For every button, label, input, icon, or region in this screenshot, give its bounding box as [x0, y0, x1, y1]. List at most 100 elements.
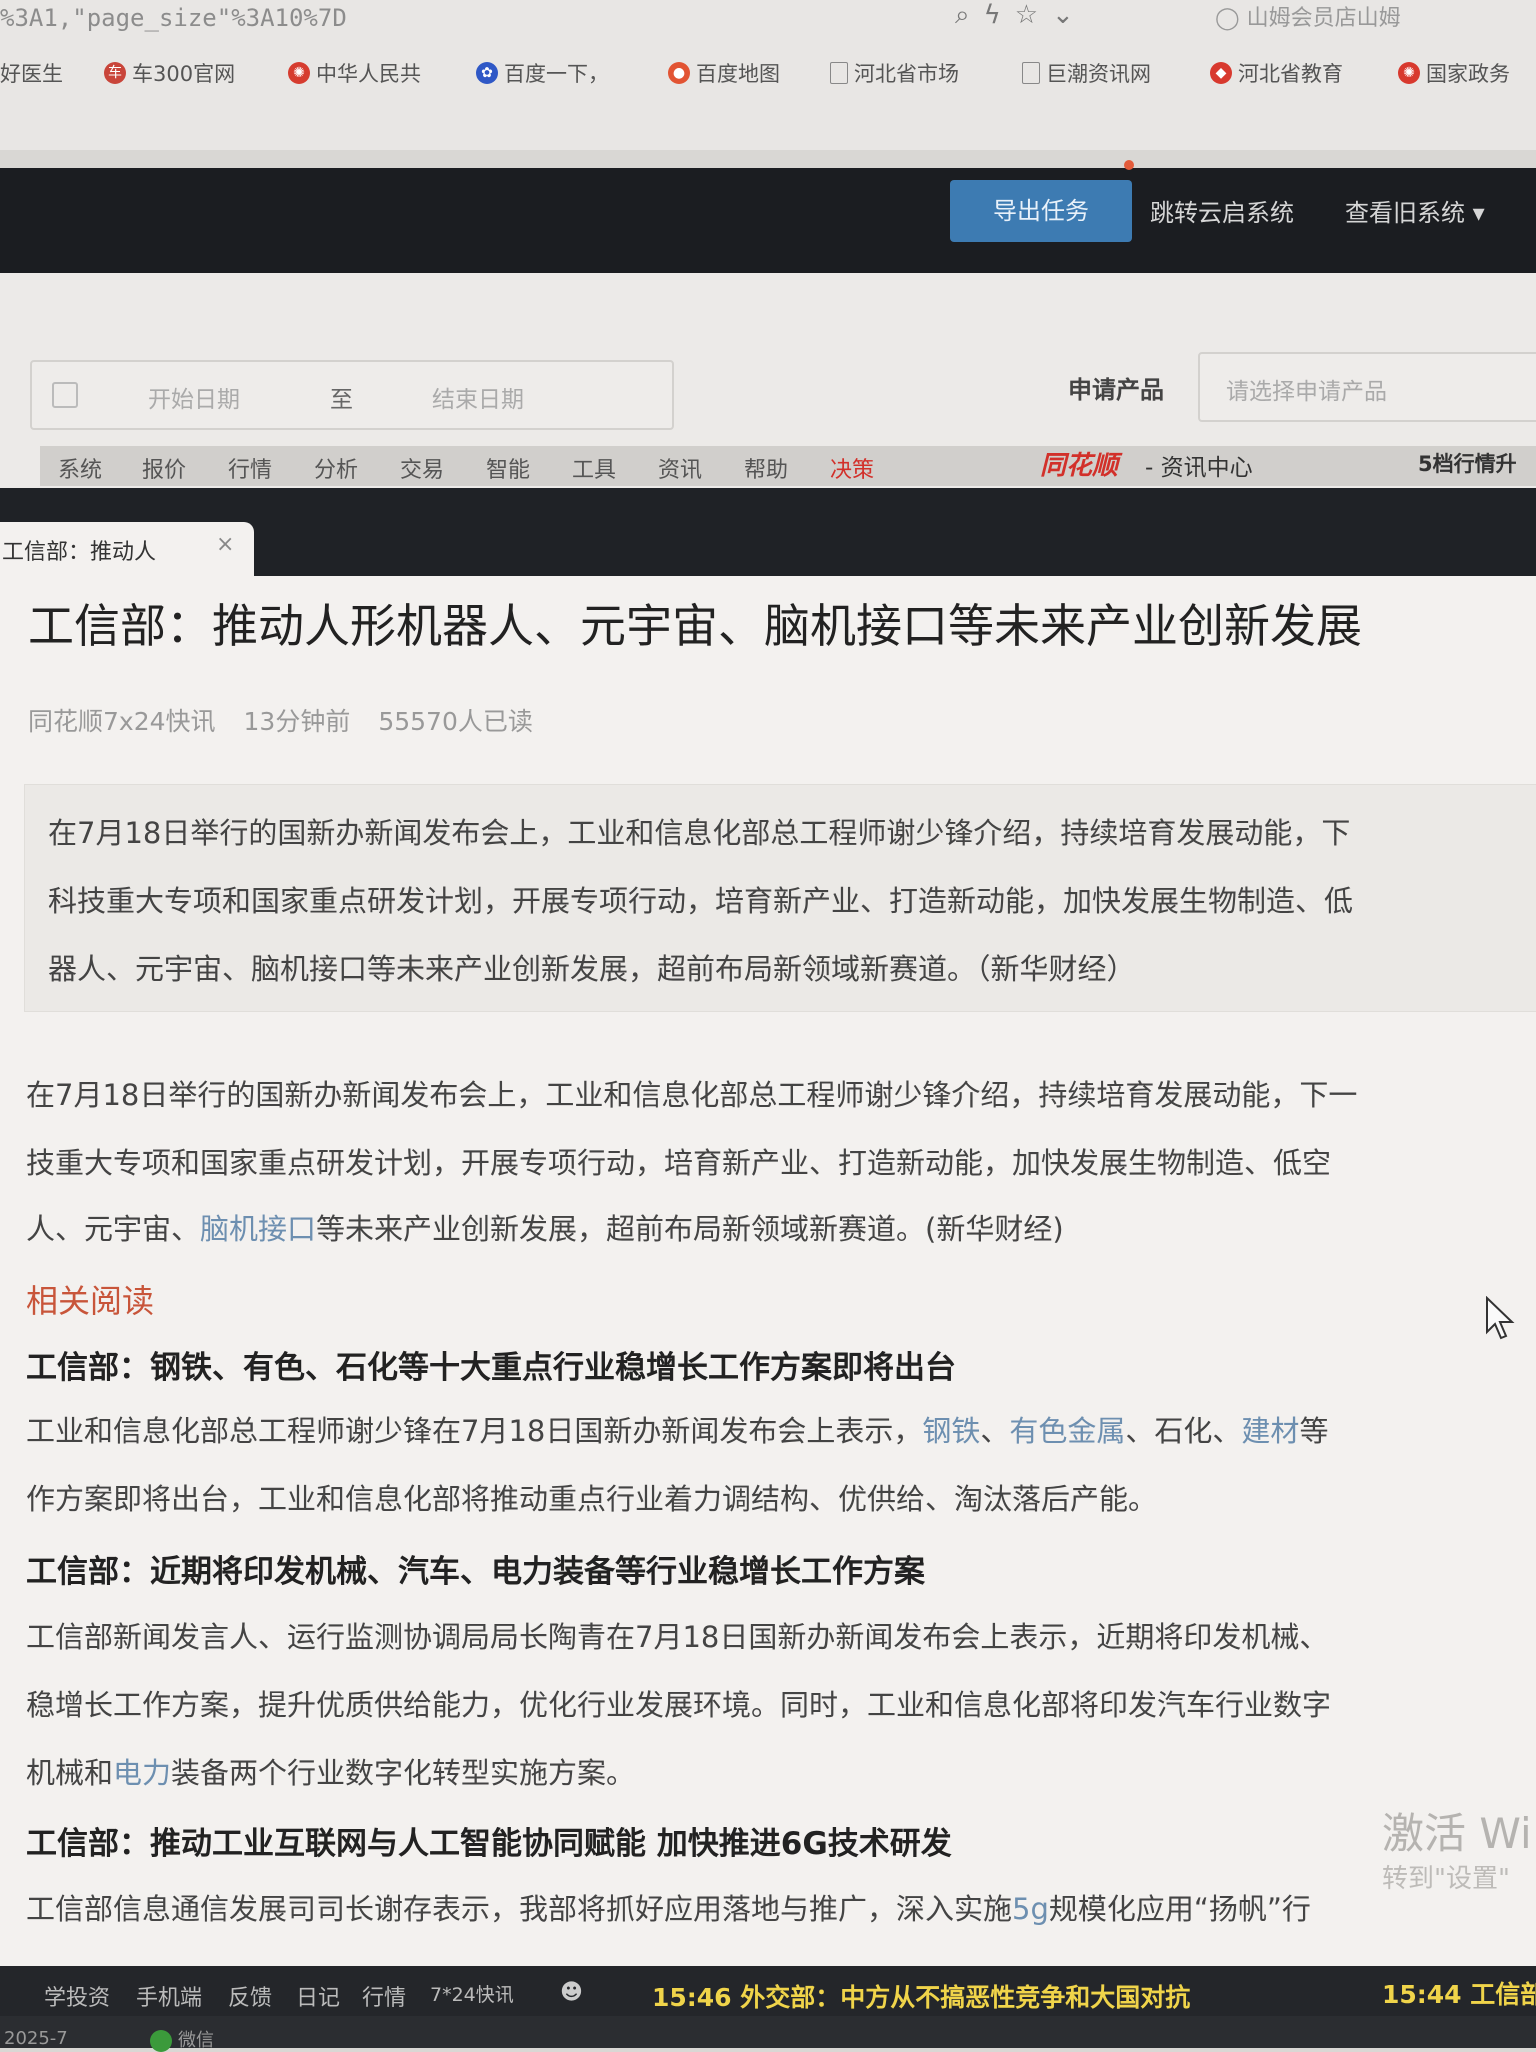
status-item-diary[interactable]: 日记	[296, 1980, 340, 2012]
emblem-icon: ✺	[1398, 62, 1420, 84]
star-icon[interactable]: ☆	[1015, 0, 1052, 30]
tab-article[interactable]: 工信部：推动人 ×	[0, 522, 254, 578]
body-line: 机械和电力装备两个行业数字化转型实施方案。	[26, 1756, 636, 1790]
status-item-market[interactable]: 行情	[362, 1980, 406, 2012]
news-ticker-next[interactable]: 15:44 工信部	[1382, 1975, 1536, 2011]
keyword-link[interactable]: 建材	[1241, 1414, 1299, 1448]
menu-item-decision[interactable]: 决策	[830, 452, 874, 484]
product-select[interactable]: 请选择申请产品	[1198, 352, 1536, 422]
article-source[interactable]: 同花顺7x24快讯	[28, 707, 216, 736]
article-time: 13分钟前	[243, 707, 351, 736]
old-system-dropdown[interactable]: 查看旧系统 ▾	[1345, 193, 1485, 228]
date-separator: 至	[330, 387, 353, 413]
url-text[interactable]: %3A1,"page_size"%3A10%7D	[0, 4, 347, 32]
bookmark-item[interactable]: 车车300官网	[104, 58, 235, 88]
keyword-link[interactable]: 电力	[113, 1756, 171, 1790]
diamond-icon: ◆	[1210, 62, 1232, 84]
menu-item-market[interactable]: 行情	[228, 452, 272, 484]
bookmarks-bar: 好医生 车车300官网 ✺ 中华人民共 ✿ 百度一下， ● 百度地图 河北省市场 巨潮…	[0, 58, 1536, 98]
body-line: 作方案即将出台，工业和信息化部将推动重点行业着力调结构、优供给、淘汰落后产能。	[26, 1482, 1158, 1516]
emblem-icon: ✺	[288, 62, 310, 84]
article-meta: 同花顺7x24快讯 13分钟前 55570人已读	[28, 702, 561, 738]
menu-item-news[interactable]: 资讯	[658, 452, 702, 484]
ths-logo: 同花顺	[1040, 451, 1119, 481]
bookmark-item[interactable]: ✺ 中华人民共	[288, 58, 421, 88]
menu-item-analysis[interactable]: 分析	[314, 452, 358, 484]
status-item-learn[interactable]: 学投资	[44, 1980, 110, 2012]
taskbar-wechat[interactable]: 微信	[150, 2026, 214, 2052]
bookmark-item[interactable]: ◆ 河北省教育	[1210, 58, 1343, 88]
calendar-icon	[52, 382, 78, 408]
related-heading[interactable]: 工信部：推动工业互联网与人工智能协同赋能 加快推进6G技术研发	[26, 1818, 952, 1863]
menu-item-trade[interactable]: 交易	[400, 452, 444, 484]
body-line: 工信部新闻发言人、运行监测协调局局长陶青在7月18日国新办新闻发布会上表示，近期…	[26, 1620, 1329, 1654]
date-range-picker[interactable]: 开始日期 至 结束日期	[30, 360, 674, 430]
news-ticker[interactable]: 15:46 外交部：中方从不搞恶性竞争和大国对抗	[652, 1978, 1190, 2014]
chevron-down-icon[interactable]: ⌄	[1052, 0, 1088, 30]
status-item-feedback[interactable]: 反馈	[228, 1980, 272, 2012]
ths-menu-bar: 系统 报价 行情 分析 交易 智能 工具 资讯 帮助 决策	[40, 446, 1536, 486]
caret-down-icon: ▾	[1472, 199, 1485, 227]
browser-chrome: %3A1,"page_size"%3A10%7D ⌕ϟ☆⌄ ◯ 山姆会员店山姆 …	[0, 0, 1536, 150]
keyword-link[interactable]: 有色金属	[1009, 1414, 1125, 1448]
app-header	[0, 168, 1536, 273]
keyword-link[interactable]: 5g	[1012, 1892, 1049, 1926]
address-bar-icons: ⌕ϟ☆⌄	[955, 0, 1088, 31]
body-line: 技重大专项和国家重点研发计划，开展专项行动，培育新产业、打造新动能，加快发展生物…	[26, 1146, 1332, 1180]
page-icon	[1022, 62, 1040, 84]
keyword-link[interactable]: 脑机接口	[200, 1212, 316, 1246]
article-reads: 55570人已读	[378, 707, 533, 736]
body-line: 人、元宇宙、脑机接口等未来产业创新发展，超前布局新领域新赛道。(新华财经)	[26, 1212, 1064, 1246]
bookmark-item[interactable]: 巨潮资讯网	[1022, 58, 1151, 88]
menu-item-system[interactable]: 系统	[58, 452, 102, 484]
bookmark-item[interactable]: 好医生	[0, 58, 63, 88]
notification-dot	[1124, 160, 1134, 170]
export-task-button[interactable]: 导出任务	[950, 180, 1132, 242]
search-icon[interactable]: ⌕	[955, 0, 984, 30]
body-line: 工信部信息通信发展司司长谢存表示，我部将抓好应用落地与推广，深入实施5g规模化应…	[26, 1892, 1311, 1926]
end-date-input[interactable]: 结束日期	[432, 380, 524, 414]
cloud-system-link[interactable]: 跳转云启系统	[1150, 193, 1294, 228]
body-line: 在7月18日举行的国新办新闻发布会上，工业和信息化部总工程师谢少锋介绍，持续培育…	[26, 1078, 1358, 1112]
wechat-icon	[150, 2030, 172, 2052]
status-item-mobile[interactable]: 手机端	[136, 1980, 202, 2012]
activation-watermark-sub: 转到"设置"	[1382, 1864, 1510, 1894]
taskbar-date: 2025-7	[4, 2028, 68, 2049]
bookmark-item[interactable]: 河北省市场	[830, 58, 959, 88]
related-heading[interactable]: 工信部：钢铁、有色、石化等十大重点行业稳增长工作方案即将出台	[26, 1342, 956, 1387]
menu-item-tools[interactable]: 工具	[572, 452, 616, 484]
article-title: 工信部：推动人形机器人、元宇宙、脑机接口等未来产业创新发展	[28, 599, 1362, 653]
summary-line: 科技重大专项和国家重点研发计划，开展专项行动，培育新产业、打造新动能，加快发展生…	[48, 884, 1354, 918]
address-bar[interactable]: %3A1,"page_size"%3A10%7D ⌕ϟ☆⌄ ◯ 山姆会员店山姆	[0, 0, 1536, 40]
summary-line: 在7月18日举行的国新办新闻发布会上，工业和信息化部总工程师谢少锋介绍，持续培育…	[48, 816, 1351, 850]
body-line: 工业和信息化部总工程师谢少锋在7月18日国新办新闻发布会上表示，钢铁、有色金属、…	[26, 1414, 1329, 1448]
map-pin-icon: ●	[668, 62, 690, 84]
lightning-icon[interactable]: ϟ	[984, 0, 1015, 30]
status-item-flash[interactable]: 7*24快讯	[430, 1980, 514, 2007]
news-center-title: - 资讯中心	[1145, 455, 1253, 481]
profile-icon: ◯	[1215, 6, 1247, 31]
activation-watermark: 激活 Wi	[1382, 1809, 1532, 1858]
menu-item-help[interactable]: 帮助	[744, 452, 788, 484]
five-level-upgrade[interactable]: 5档行情升	[1418, 448, 1517, 478]
start-date-input[interactable]: 开始日期	[148, 380, 240, 414]
bookmark-item[interactable]: ✺ 国家政务	[1398, 58, 1510, 88]
profile-label[interactable]: ◯ 山姆会员店山姆	[1215, 0, 1401, 32]
page-icon	[830, 62, 848, 84]
menu-item-quote[interactable]: 报价	[142, 452, 186, 484]
product-label: 申请产品	[1068, 376, 1164, 404]
related-heading[interactable]: 工信部：近期将印发机械、汽车、电力装备等行业稳增长工作方案	[26, 1546, 925, 1591]
car-icon: 车	[104, 62, 126, 84]
summary-line: 器人、元宇宙、脑机接口等未来产业创新发展，超前布局新领域新赛道。（新华财经）	[48, 952, 1136, 986]
robot-icon[interactable]: ☻	[560, 1980, 583, 2005]
baidu-paw-icon: ✿	[476, 62, 498, 84]
tab-label: 工信部：推动人	[2, 540, 157, 565]
bookmark-item[interactable]: ● 百度地图	[668, 58, 780, 88]
close-icon[interactable]: ×	[216, 532, 234, 557]
menu-item-smart[interactable]: 智能	[486, 452, 530, 484]
mouse-cursor-icon	[1486, 1296, 1515, 1340]
keyword-link[interactable]: 钢铁	[922, 1414, 980, 1448]
os-taskbar	[0, 2016, 1536, 2048]
bookmark-item[interactable]: ✿ 百度一下，	[476, 58, 609, 88]
related-reading-title: 相关阅读	[26, 1282, 155, 1320]
